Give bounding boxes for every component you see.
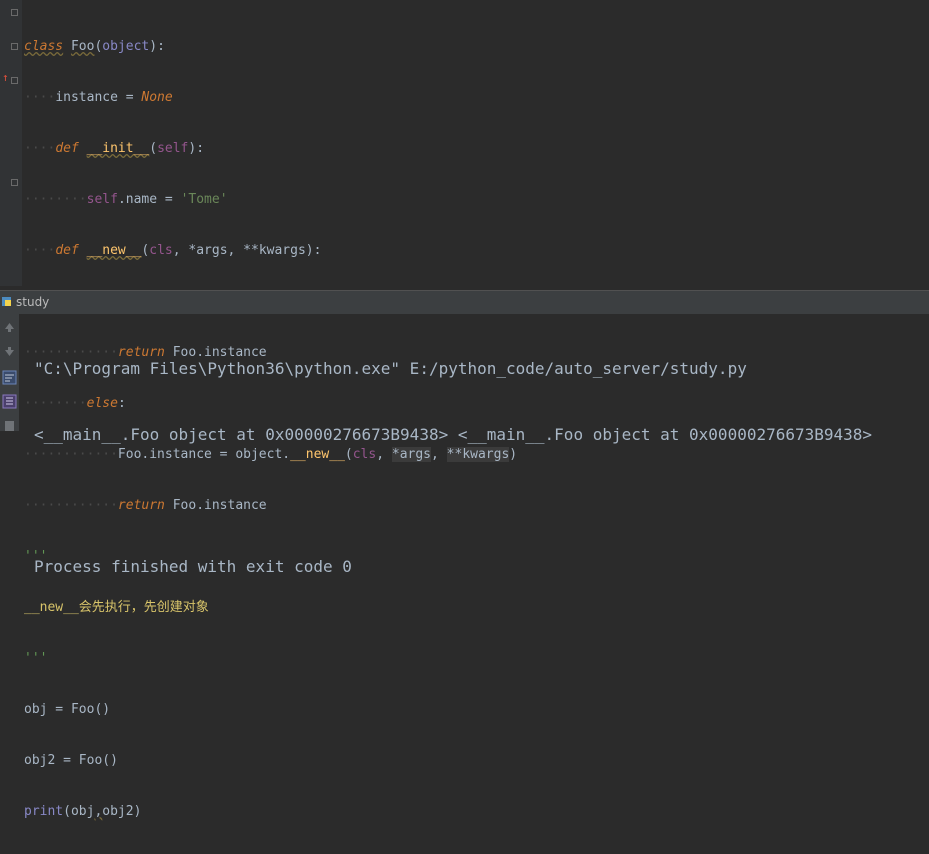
code-line: ····def __init__(self): [24,141,205,156]
scroll-up-icon[interactable] [2,320,17,335]
run-toolbar [0,314,20,431]
fold-marker-icon[interactable] [11,77,18,84]
code-line: ········self.name = 'Tome' [24,192,228,207]
code-line: obj = Foo() [24,702,111,717]
console-output[interactable]: "C:\Program Files\Python36\python.exe" E… [34,314,872,600]
code-line: ····instance = None [24,90,173,105]
code-line: class Foo(object): [24,39,165,54]
code-line: obj2 = Foo() [24,753,118,768]
fold-marker-icon[interactable] [11,43,18,50]
editor-gutter: ↑ [0,0,22,286]
console-line: Process finished with exit code 0 [34,557,352,576]
code-editor[interactable]: ↑ class Foo(object): ····instance = None… [0,0,929,819]
scroll-to-end-icon[interactable] [2,394,17,409]
console-line: "C:\Program Files\Python36\python.exe" E… [34,359,747,378]
console-line: <__main__.Foo object at 0x00000276673B94… [34,425,873,444]
override-arrow-icon[interactable]: ↑ [2,72,9,83]
python-run-icon [2,297,11,306]
code-line: ''' [24,651,48,666]
run-panel-header[interactable]: study [0,290,929,314]
run-config-title[interactable]: study [16,295,49,309]
code-line: ····def __new__(cls, *args, **kwargs): [24,243,322,258]
fold-marker-icon[interactable] [11,179,18,186]
code-line: __new__会先执行，先创建对象 [24,600,209,615]
scroll-down-icon[interactable] [2,344,17,359]
code-line: print(obj,obj2) [24,804,142,819]
fold-marker-icon[interactable] [11,9,18,16]
soft-wrap-icon[interactable] [2,370,17,385]
